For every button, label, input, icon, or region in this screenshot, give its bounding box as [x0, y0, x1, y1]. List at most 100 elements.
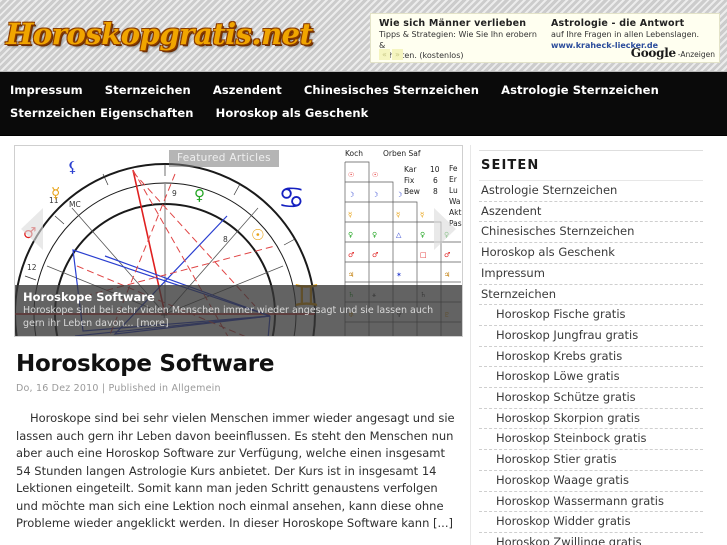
svg-text:☉: ☉	[348, 171, 354, 179]
sidebar-item-horoskop-stier-gratis[interactable]: Horoskop Stier gratis	[479, 450, 703, 470]
list-item[interactable]: Horoskop Wassermann gratis	[479, 492, 703, 513]
chart-table-header-right: Orben Saf	[383, 149, 421, 158]
svg-text:♀: ♀	[372, 231, 377, 239]
svg-text:♂: ♂	[372, 251, 378, 259]
sidebar-item-impressum[interactable]: Impressum	[479, 264, 703, 284]
site-logo[interactable]: Horoskopgratis.net	[6, 17, 313, 51]
svg-text:△: △	[396, 231, 402, 239]
list-item[interactable]: Horoskop Fische gratis	[479, 305, 703, 326]
nav-item[interactable]: Horoskop als Geschenk	[216, 103, 369, 124]
nav-link-astrologie-sternzeichen[interactable]: Astrologie Sternzeichen	[501, 80, 659, 101]
chart-right-label-fe: Fe	[449, 164, 458, 173]
nav-link-sternzeichen-eigenschaften[interactable]: Sternzeichen Eigenschaften	[10, 103, 194, 124]
chart-count-value-fix: 6	[433, 176, 438, 185]
ad-left-line1: Tipps & Strategien: Wie Sie Ihn erobern …	[379, 30, 537, 50]
page-root: Horoskopgratis.net Wie sich Männer verli…	[0, 0, 727, 545]
list-item[interactable]: Aszendent	[479, 202, 703, 223]
site-header: Horoskopgratis.net Wie sich Männer verli…	[0, 0, 727, 72]
sidebar-item-sternzeichen[interactable]: Sternzeichen	[479, 285, 703, 305]
list-item[interactable]: Horoskop als Geschenk	[479, 243, 703, 264]
list-item[interactable]: Chinesisches Sternzeichen	[479, 222, 703, 244]
svg-text:8: 8	[223, 235, 228, 244]
nav-link-horoskop-als-geschenk[interactable]: Horoskop als Geschenk	[216, 103, 369, 124]
ad-right-title[interactable]: Astrologie - die Antwort	[551, 18, 713, 30]
list-item[interactable]: Horoskop Widder gratis	[479, 512, 703, 533]
ad-slot-left[interactable]: Wie sich Männer verlieben Tipps & Strate…	[379, 18, 541, 62]
svg-text:☉: ☉	[251, 226, 264, 244]
svg-text:♋: ♋	[278, 181, 305, 216]
nav-link-aszendent[interactable]: Aszendent	[213, 80, 282, 101]
sidebar-item-horoskop-steinbock-gratis[interactable]: Horoskop Steinbock gratis	[479, 429, 703, 449]
sidebar-item-horoskop-schuetze-gratis[interactable]: Horoskop Schütze gratis	[479, 388, 703, 408]
chart-count-value-bew: 8	[433, 187, 438, 196]
list-item[interactable]: Horoskop Stier gratis	[479, 450, 703, 471]
sidebar-item-horoskop-loewe-gratis[interactable]: Horoskop Löwe gratis	[479, 367, 703, 387]
nav-link-chinesisches-sternzeichen[interactable]: Chinesisches Sternzeichen	[304, 80, 479, 101]
slider-caption[interactable]: Horoskope Software Horoskope sind bei se…	[15, 285, 462, 336]
sidebar-item-horoskop-krebs-gratis[interactable]: Horoskop Krebs gratis	[479, 347, 703, 367]
nav-item[interactable]: Astrologie Sternzeichen	[501, 80, 659, 101]
nav-item[interactable]: Sternzeichen Eigenschaften	[10, 103, 194, 124]
sidebar-item-horoskop-zwillinge-gratis[interactable]: Horoskop Zwillinge gratis	[479, 533, 703, 545]
nav-link-sternzeichen[interactable]: Sternzeichen	[105, 80, 191, 101]
svg-text:☿: ☿	[348, 211, 352, 219]
nav-list: Impressum Sternzeichen Aszendent Chinesi…	[10, 80, 717, 126]
list-item[interactable]: Horoskop Jungfrau gratis	[479, 326, 703, 347]
article-meta: Do, 16 Dez 2010 | Published in Allgemein	[16, 383, 221, 394]
sidebar-item-aszendent[interactable]: Aszendent	[479, 202, 703, 222]
svg-text:9: 9	[172, 189, 177, 198]
list-item[interactable]: Horoskop Skorpion gratis	[479, 409, 703, 430]
sidebar-item-horoskop-fische-gratis[interactable]: Horoskop Fische gratis	[479, 305, 703, 325]
sidebar-item-horoskop-wassermann-gratis[interactable]: Horoskop Wassermann gratis	[479, 492, 703, 512]
sidebar-item-horoskop-skorpion-gratis[interactable]: Horoskop Skorpion gratis	[479, 409, 703, 429]
ad-next-icon[interactable]: »	[392, 49, 403, 60]
google-ads-attribution: Google -Anzeigen	[631, 46, 715, 60]
list-item[interactable]: Impressum	[479, 264, 703, 285]
list-item[interactable]: Horoskop Löwe gratis	[479, 367, 703, 389]
nav-item[interactable]: Chinesisches Sternzeichen	[304, 80, 479, 101]
sidebar-item-horoskop-als-geschenk[interactable]: Horoskop als Geschenk	[479, 243, 703, 263]
list-item[interactable]: Horoskop Steinbock gratis	[479, 429, 703, 451]
body-wrapper: + MC AC DC 11 12 9 8 6 ☿	[0, 136, 727, 545]
google-logo: Google	[630, 46, 676, 60]
ad-prev-icon[interactable]: «	[379, 49, 390, 60]
ad-pager[interactable]: « »	[379, 49, 403, 60]
sidebar-pages-list: Astrologie Sternzeichen Aszendent Chines…	[479, 181, 703, 545]
featured-slider[interactable]: + MC AC DC 11 12 9 8 6 ☿	[14, 145, 463, 337]
chart-count-label-fix: Fix	[404, 176, 415, 185]
nav-link-impressum[interactable]: Impressum	[10, 80, 83, 101]
svg-text:♀: ♀	[420, 231, 425, 239]
slider-caption-title[interactable]: Horoskope Software	[23, 289, 454, 305]
nav-item[interactable]: Aszendent	[213, 80, 282, 101]
list-item[interactable]: Horoskop Krebs gratis	[479, 347, 703, 368]
list-item[interactable]: Horoskop Schütze gratis	[479, 388, 703, 409]
svg-text:☽: ☽	[348, 191, 354, 199]
slider-prev-arrow-icon[interactable]	[21, 208, 43, 250]
list-item[interactable]: Astrologie Sternzeichen	[479, 181, 703, 202]
svg-text:□: □	[420, 251, 427, 259]
nav-item[interactable]: Sternzeichen	[105, 80, 191, 101]
sidebar-item-horoskop-jungfrau-gratis[interactable]: Horoskop Jungfrau gratis	[479, 326, 703, 346]
list-item[interactable]: Horoskop Waage gratis	[479, 471, 703, 492]
google-ad-banner[interactable]: Wie sich Männer verlieben Tipps & Strate…	[370, 13, 720, 63]
svg-text:⚸: ⚸	[67, 158, 78, 176]
sidebar-item-horoskop-widder-gratis[interactable]: Horoskop Widder gratis	[479, 512, 703, 532]
article-title[interactable]: Horoskope Software	[16, 351, 462, 378]
article-post: Horoskope Software Do, 16 Dez 2010 | Pub…	[14, 337, 470, 545]
list-item[interactable]: Horoskop Zwillinge gratis	[479, 533, 703, 545]
list-item[interactable]: Sternzeichen	[479, 285, 703, 306]
svg-text:♂: ♂	[444, 251, 450, 259]
sidebar-heading: SEITEN	[479, 150, 703, 181]
ad-left-title[interactable]: Wie sich Männer verlieben	[379, 18, 541, 30]
ad-right-line1: auf Ihre Fragen in allen Lebenslagen.	[551, 30, 700, 39]
sidebar-item-astrologie-sternzeichen[interactable]: Astrologie Sternzeichen	[479, 181, 703, 201]
nav-item[interactable]: Impressum	[10, 80, 83, 101]
chart-right-label-lu: Lu	[449, 186, 458, 195]
chart-count-value-kar: 10	[430, 165, 440, 174]
svg-text:☿: ☿	[420, 211, 424, 219]
slider-next-arrow-icon[interactable]	[434, 208, 456, 250]
sidebar-item-horoskop-waage-gratis[interactable]: Horoskop Waage gratis	[479, 471, 703, 491]
chart-right-label-er: Er	[449, 175, 457, 184]
svg-text:☽: ☽	[396, 191, 402, 199]
sidebar-item-chinesisches-sternzeichen[interactable]: Chinesisches Sternzeichen	[479, 222, 703, 242]
